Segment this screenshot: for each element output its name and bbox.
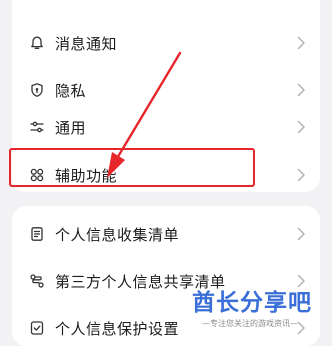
settings-item-label: 通用	[55, 118, 87, 137]
shield-check-icon	[26, 317, 48, 339]
highlight-box	[9, 148, 255, 187]
settings-item-label: 消息通知	[55, 34, 118, 53]
share-icon	[26, 270, 48, 292]
chevron-right-icon	[297, 227, 305, 241]
document-icon	[26, 223, 48, 245]
settings-item-label: 个人信息保护设置	[55, 319, 180, 338]
bell-icon	[26, 32, 48, 54]
settings-item-label: 个人信息收集清单	[55, 225, 180, 244]
settings-item-personal-info-list[interactable]: 个人信息收集清单	[12, 217, 320, 251]
chevron-right-icon	[297, 83, 305, 97]
chevron-right-icon	[297, 120, 305, 134]
settings-item-notifications[interactable]: 消息通知	[12, 26, 320, 60]
watermark-slogan: —专注您关注的游戏资讯—	[202, 319, 298, 328]
chevron-right-icon	[297, 168, 305, 182]
sliders-icon	[26, 116, 48, 138]
chevron-right-icon	[297, 36, 305, 50]
shield-icon	[26, 79, 48, 101]
settings-item-general[interactable]: 通用	[12, 110, 320, 144]
settings-item-privacy[interactable]: 隐私	[12, 73, 320, 107]
settings-item-label: 隐私	[55, 81, 87, 100]
watermark-logo: 酋长分享吧	[192, 290, 312, 316]
watermark: 酋长分享吧 —专注您关注的游戏资讯—	[192, 283, 332, 333]
